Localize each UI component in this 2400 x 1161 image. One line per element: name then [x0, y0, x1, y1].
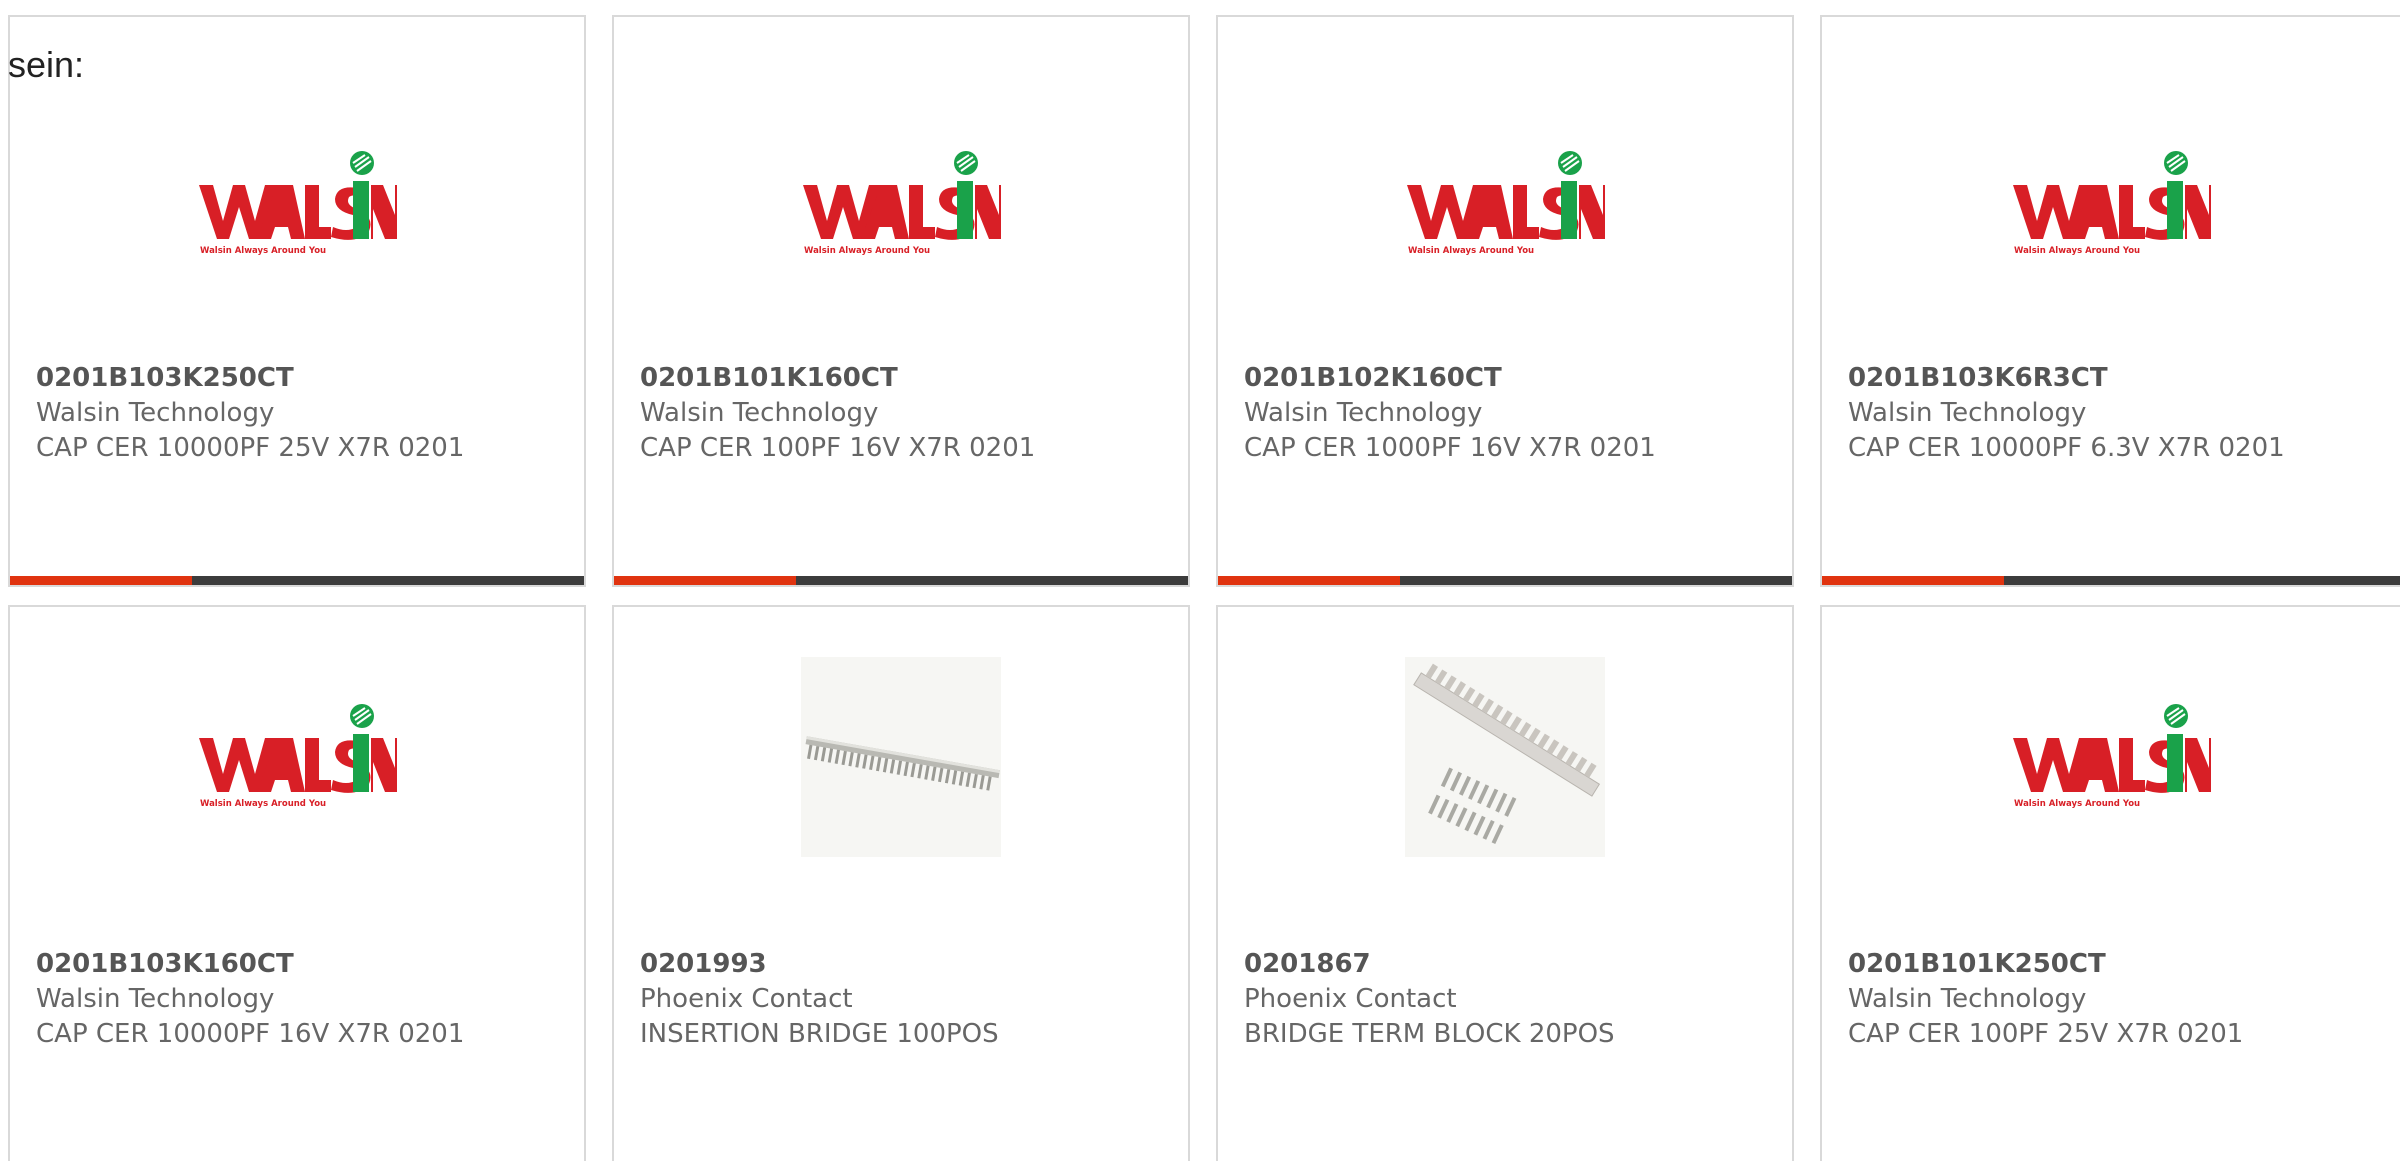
product-image[interactable]: Walsin Always Around You — [197, 682, 397, 832]
product-grid-page: sein: Walsin Always Around You 0201B103K… — [0, 0, 2400, 1161]
part-number[interactable]: 0201B103K6R3CT — [1848, 361, 2390, 396]
description: CAP CER 10000PF 6.3V X7R 0201 — [1848, 433, 2285, 463]
bridge-terminal-block-photo — [1405, 657, 1605, 857]
description: CAP CER 100PF 16V X7R 0201 — [640, 433, 1036, 463]
product-image[interactable]: Walsin Always Around You — [1405, 129, 1605, 279]
card-accent-bar — [10, 576, 192, 585]
product-card[interactable]: 0201867 Phoenix Contact BRIDGE TERM BLOC… — [1216, 605, 1794, 1161]
card-accent-bar — [1218, 576, 1400, 585]
product-info: 0201B101K250CT Walsin Technology CAP CER… — [1848, 947, 2390, 1052]
part-number[interactable]: 0201993 — [640, 947, 1178, 982]
product-info: 0201993 Phoenix Contact INSERTION BRIDGE… — [640, 947, 1178, 1052]
svg-text:Walsin Always Around You: Walsin Always Around You — [2014, 246, 2140, 256]
walsin-logo: Walsin Always Around You — [803, 151, 1001, 256]
product-card[interactable]: Walsin Always Around You 0201B102K160CT … — [1216, 15, 1794, 587]
product-card[interactable]: Walsin Always Around You 0201B103K250CT … — [8, 15, 586, 587]
product-info: 0201B101K160CT Walsin Technology CAP CER… — [640, 361, 1178, 466]
product-card[interactable]: Walsin Always Around You 0201B103K160CT … — [8, 605, 586, 1161]
product-info: 0201B103K6R3CT Walsin Technology CAP CER… — [1848, 361, 2390, 466]
description: BRIDGE TERM BLOCK 20POS — [1244, 1019, 1615, 1049]
description: CAP CER 10000PF 25V X7R 0201 — [36, 433, 465, 463]
insertion-bridge-photo — [801, 657, 1001, 857]
product-card[interactable]: Walsin Always Around You 0201B101K160CT … — [612, 15, 1190, 587]
card-accent-bar — [614, 576, 796, 585]
part-number[interactable]: 0201B101K250CT — [1848, 947, 2390, 982]
product-info: 0201B102K160CT Walsin Technology CAP CER… — [1244, 361, 1782, 466]
svg-text:Walsin Always Around You: Walsin Always Around You — [200, 799, 326, 809]
product-image[interactable]: Walsin Always Around You — [2011, 682, 2211, 832]
product-card[interactable]: Walsin Always Around You 0201B101K250CT … — [1820, 605, 2400, 1161]
svg-text:Walsin Always Around You: Walsin Always Around You — [200, 246, 326, 256]
product-image[interactable] — [1405, 657, 1605, 857]
card-footer-bar — [10, 576, 584, 585]
part-number[interactable]: 0201B101K160CT — [640, 361, 1178, 396]
manufacturer: Walsin Technology — [640, 398, 879, 428]
product-card[interactable]: Walsin Always Around You 0201B103K6R3CT … — [1820, 15, 2400, 587]
description: CAP CER 10000PF 16V X7R 0201 — [36, 1019, 465, 1049]
walsin-logo: Walsin Always Around You — [199, 151, 397, 256]
card-footer-bar — [614, 576, 1188, 585]
svg-text:Walsin Always Around You: Walsin Always Around You — [804, 246, 930, 256]
manufacturer: Phoenix Contact — [1244, 984, 1457, 1014]
card-footer-bar — [1218, 576, 1792, 585]
walsin-logo: Walsin Always Around You — [1407, 151, 1605, 256]
manufacturer: Walsin Technology — [36, 984, 275, 1014]
product-image[interactable]: Walsin Always Around You — [197, 129, 397, 279]
manufacturer: Walsin Technology — [1848, 398, 2087, 428]
part-number[interactable]: 0201867 — [1244, 947, 1782, 982]
description: CAP CER 1000PF 16V X7R 0201 — [1244, 433, 1656, 463]
part-number[interactable]: 0201B102K160CT — [1244, 361, 1782, 396]
svg-text:Walsin Always Around You: Walsin Always Around You — [2014, 799, 2140, 809]
manufacturer: Walsin Technology — [36, 398, 275, 428]
product-image[interactable]: Walsin Always Around You — [2011, 129, 2211, 279]
walsin-logo: Walsin Always Around You — [199, 704, 397, 809]
walsin-logo: Walsin Always Around You — [2013, 704, 2211, 809]
manufacturer: Walsin Technology — [1244, 398, 1483, 428]
description: CAP CER 100PF 25V X7R 0201 — [1848, 1019, 2244, 1049]
manufacturer: Walsin Technology — [1848, 984, 2087, 1014]
product-card[interactable]: 0201993 Phoenix Contact INSERTION BRIDGE… — [612, 605, 1190, 1161]
product-image[interactable] — [801, 657, 1001, 857]
card-accent-bar — [1822, 576, 2004, 585]
walsin-logo: Walsin Always Around You — [2013, 151, 2211, 256]
product-info: 0201B103K160CT Walsin Technology CAP CER… — [36, 947, 574, 1052]
part-number[interactable]: 0201B103K250CT — [36, 361, 574, 396]
description: INSERTION BRIDGE 100POS — [640, 1019, 999, 1049]
manufacturer: Phoenix Contact — [640, 984, 853, 1014]
part-number[interactable]: 0201B103K160CT — [36, 947, 574, 982]
product-image[interactable]: Walsin Always Around You — [801, 129, 1001, 279]
product-info: 0201B103K250CT Walsin Technology CAP CER… — [36, 361, 574, 466]
product-info: 0201867 Phoenix Contact BRIDGE TERM BLOC… — [1244, 947, 1782, 1052]
svg-text:Walsin Always Around You: Walsin Always Around You — [1408, 246, 1534, 256]
card-footer-bar — [1822, 576, 2400, 585]
intro-text: sein: — [8, 44, 85, 85]
